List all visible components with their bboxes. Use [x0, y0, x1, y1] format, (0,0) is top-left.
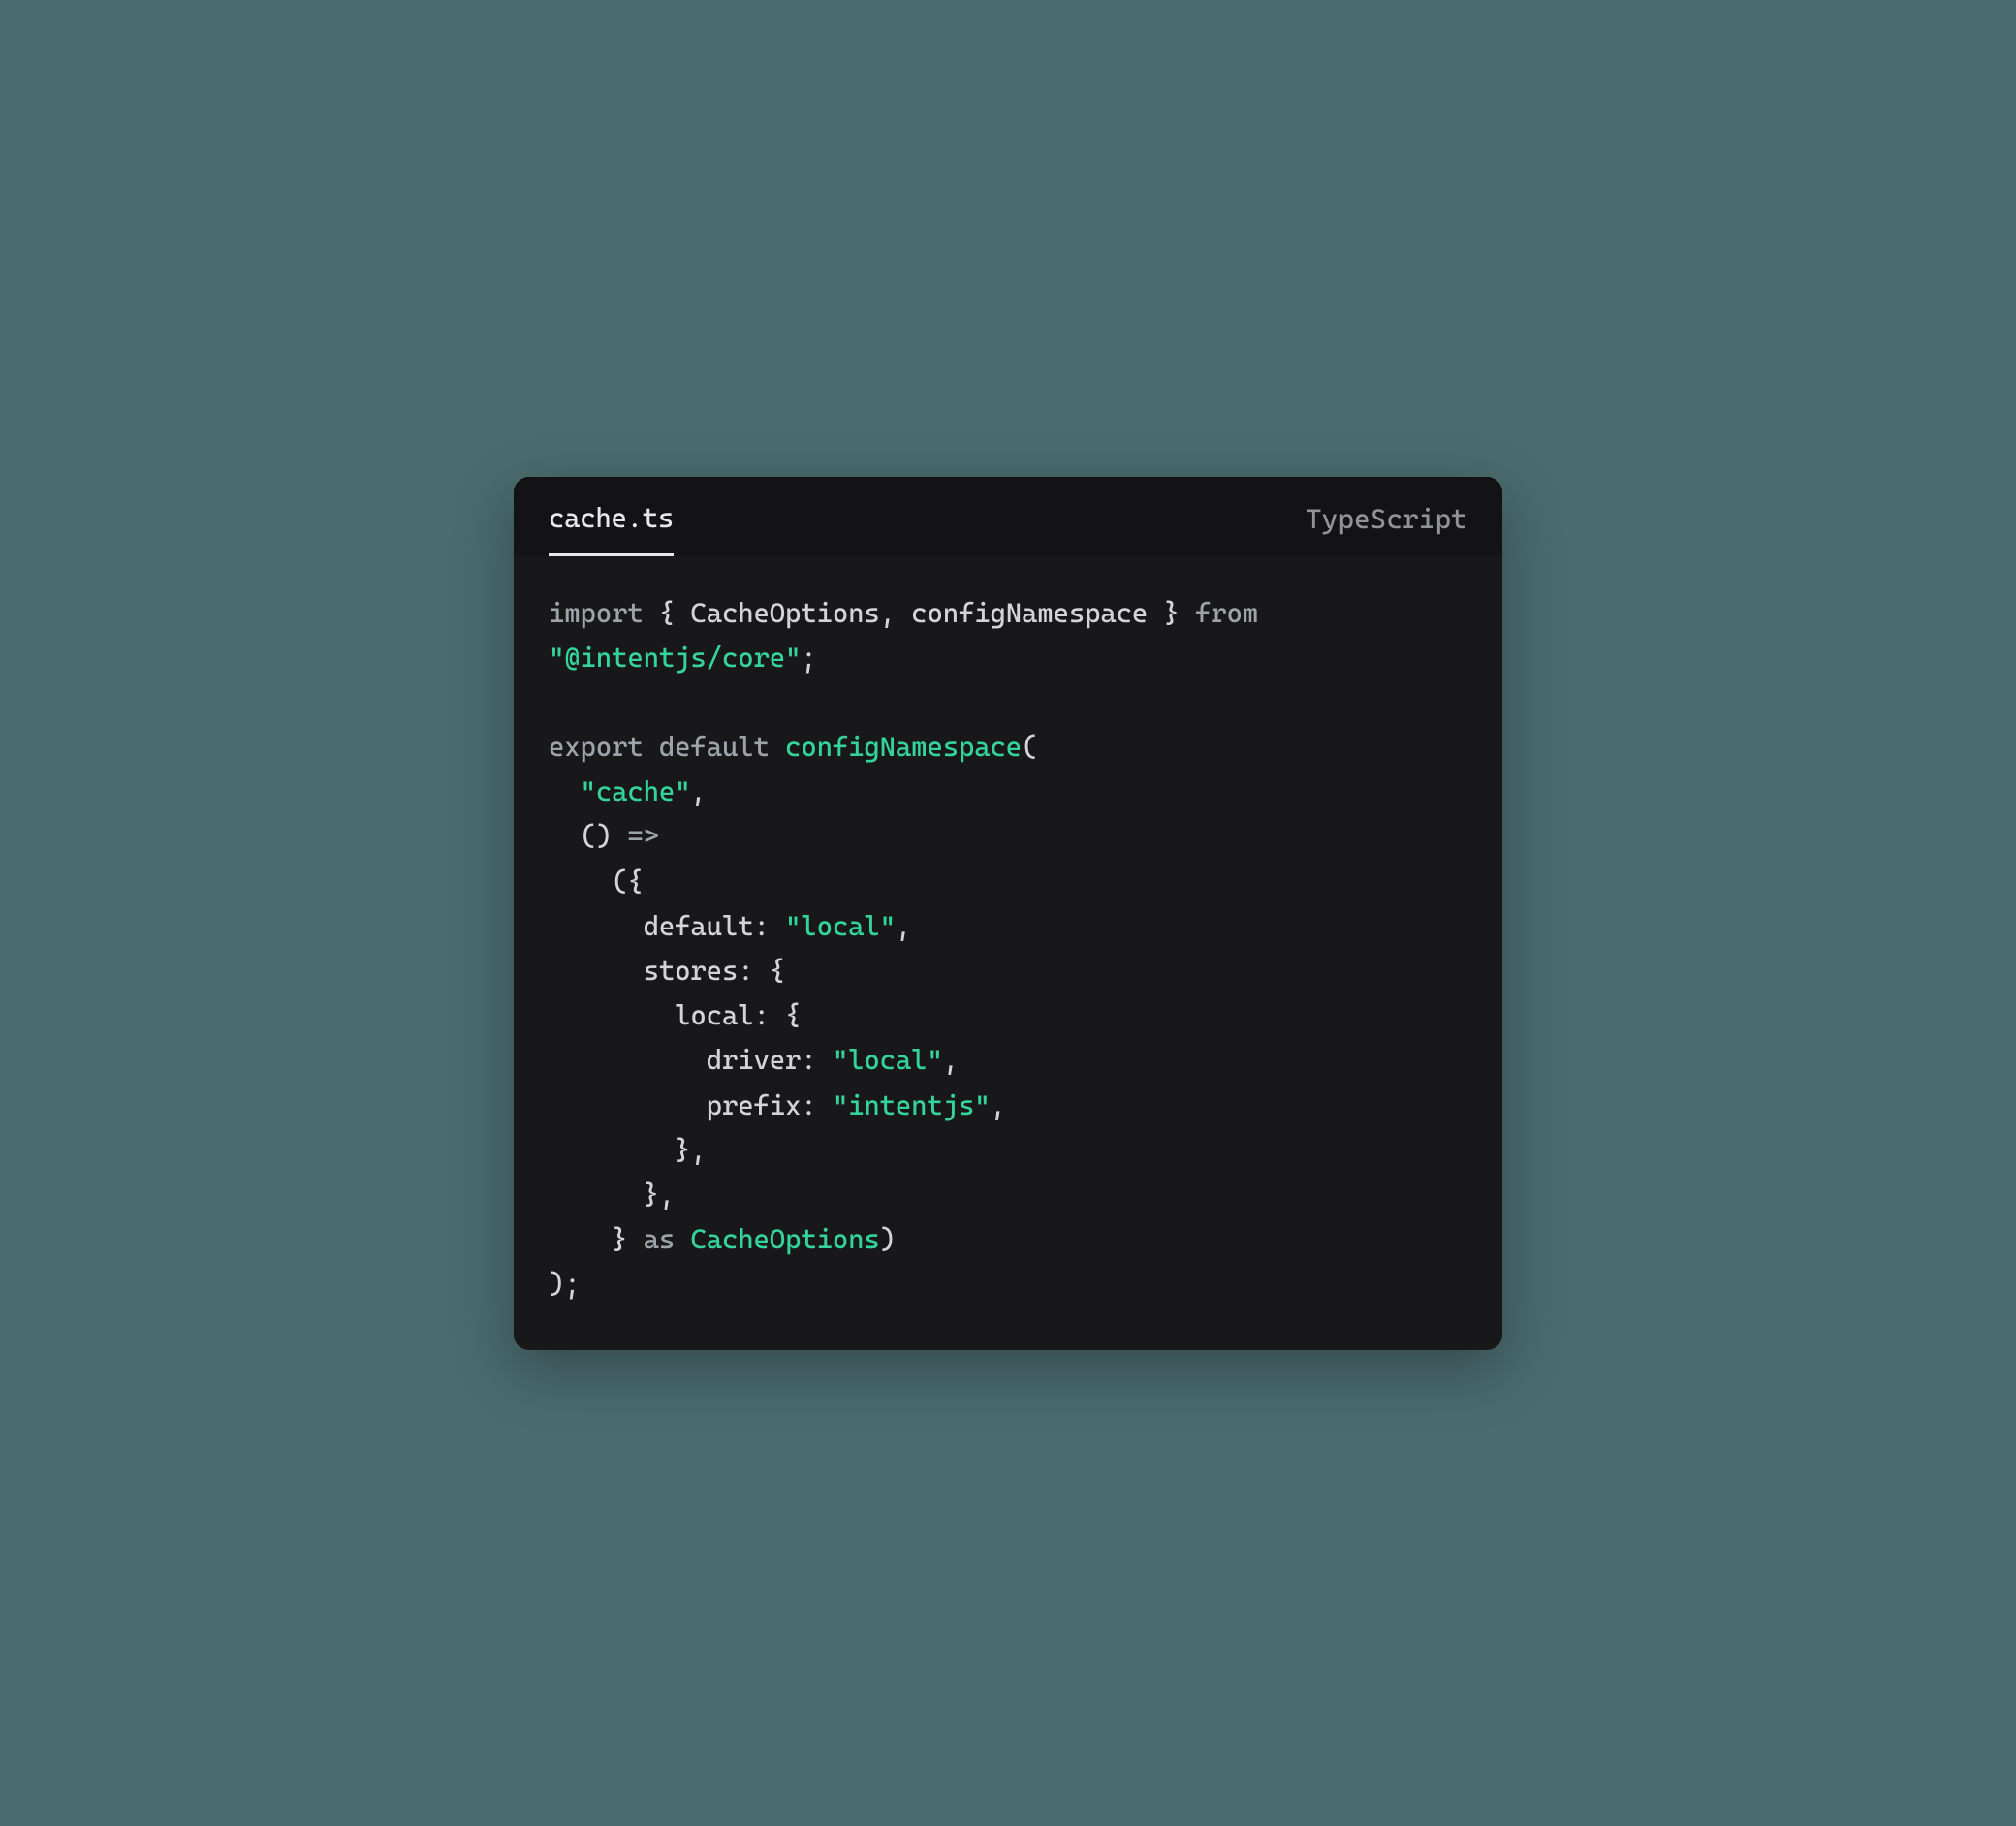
language-label: TypeScript — [1306, 503, 1467, 554]
filename-tab[interactable]: cache.ts — [549, 502, 674, 556]
code-line-9: stores: { — [549, 949, 1467, 993]
code-line-7: ({ — [549, 860, 1467, 904]
code-line-13: }, — [549, 1128, 1467, 1173]
code-line-3 — [549, 680, 1467, 725]
code-line-12: prefix: "intentjs", — [549, 1084, 1467, 1128]
code-line-16: ); — [549, 1262, 1467, 1307]
code-body[interactable]: import { CacheOptions, configNamespace }… — [514, 556, 1502, 1350]
code-line-14: }, — [549, 1173, 1467, 1217]
code-line-10: local: { — [549, 993, 1467, 1038]
code-line-2: "@intentjs/core"; — [549, 636, 1467, 680]
code-header: cache.ts TypeScript — [514, 477, 1502, 556]
code-line-1: import { CacheOptions, configNamespace }… — [549, 591, 1467, 636]
code-line-6: () => — [549, 814, 1467, 859]
code-line-4: export default configNamespace( — [549, 725, 1467, 770]
code-line-5: "cache", — [549, 770, 1467, 814]
code-line-8: default: "local", — [549, 904, 1467, 949]
code-window: cache.ts TypeScript import { CacheOption… — [514, 477, 1502, 1350]
code-line-15: } as CacheOptions) — [549, 1217, 1467, 1262]
code-line-11: driver: "local", — [549, 1038, 1467, 1083]
